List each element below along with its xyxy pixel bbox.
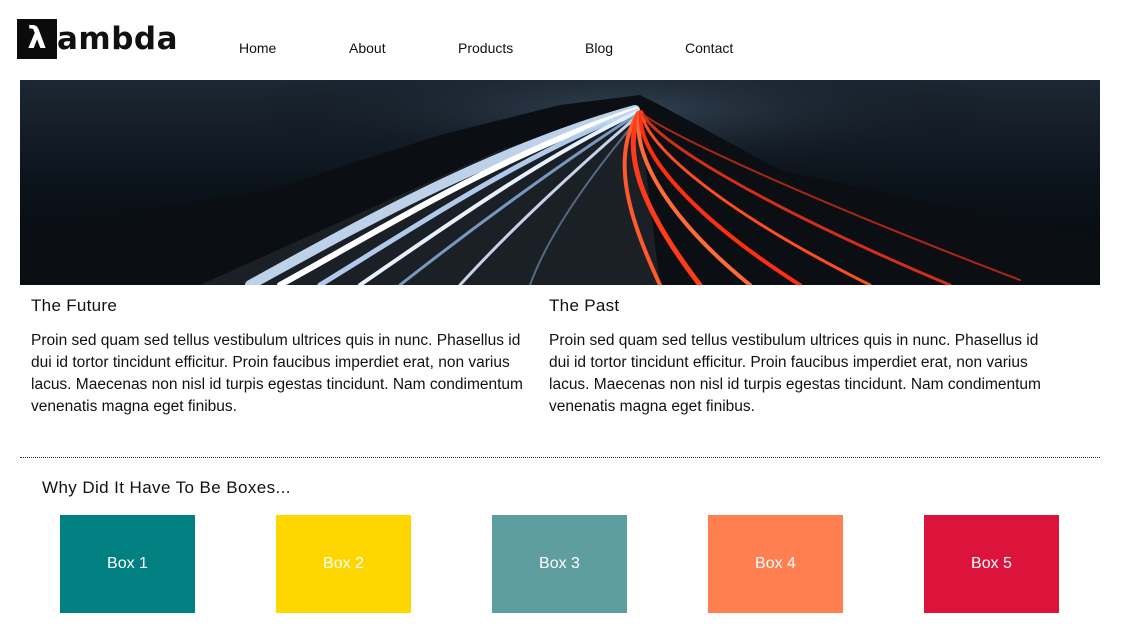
box-1: Box 1 [60,515,195,613]
box-1-label: Box 1 [107,555,148,572]
nav-products-link[interactable]: Products [458,39,513,57]
past-title: The Past [549,296,620,315]
box-4: Box 4 [708,515,843,613]
site-header: λ ambda Home About Products Blog Contact [0,0,1123,80]
box-3: Box 3 [492,515,627,613]
nav-about-link[interactable]: About [349,39,386,57]
past-text: Proin sed quam sed tellus vestibulum ult… [549,332,1041,415]
future-text: Proin sed quam sed tellus vestibulum ult… [31,332,523,415]
nav-home-link[interactable]: Home [239,39,276,57]
box-2-label: Box 2 [323,555,364,572]
lambda-logo[interactable]: λ ambda [17,19,178,59]
past-column: The Past Proin sed quam sed tellus vesti… [549,296,1049,418]
box-3-label: Box 3 [539,555,580,572]
nav-contact-link[interactable]: Contact [685,39,733,57]
lambda-logo-text: ambda [57,21,179,57]
lambda-logo-mark: λ [17,19,57,59]
hero-image [20,80,1100,285]
box-2: Box 2 [276,515,411,613]
box-5-label: Box 5 [971,555,1012,572]
box-4-label: Box 4 [755,555,796,572]
boxes-section-title: Why Did It Have To Be Boxes... [42,478,291,497]
nav-blog-link[interactable]: Blog [585,39,613,57]
box-5: Box 5 [924,515,1059,613]
future-column: The Future Proin sed quam sed tellus ves… [31,296,531,418]
hero-light-trails-image [20,80,1100,285]
future-title: The Future [31,296,118,315]
section-divider [20,457,1100,458]
